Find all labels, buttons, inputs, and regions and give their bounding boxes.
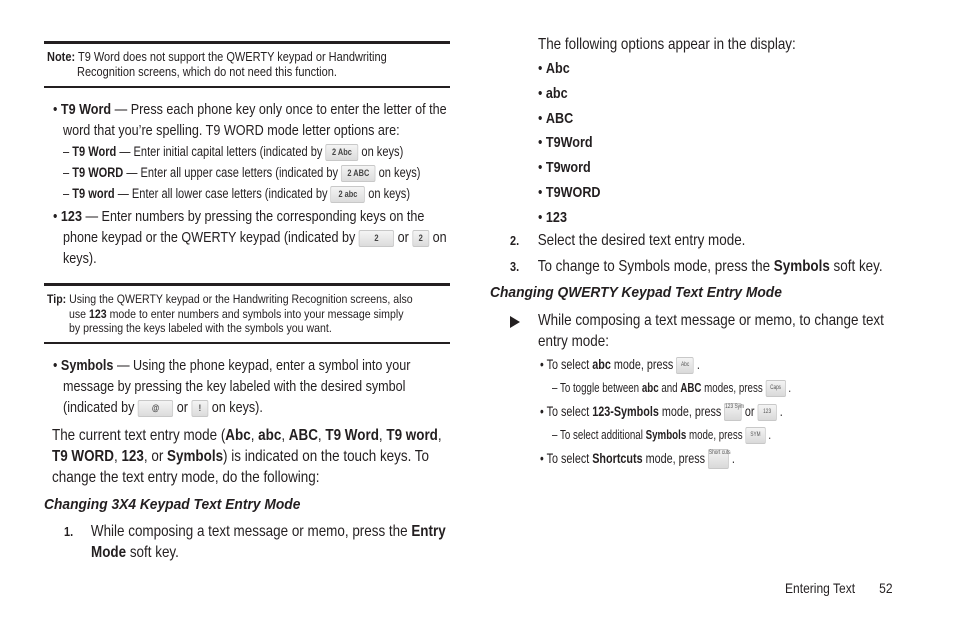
- t9-option-row: – T9 word — Enter all lower case letters…: [63, 185, 411, 203]
- numeric-bullet: 123 — Enter numbers by pressing the corr…: [53, 206, 520, 269]
- page-number: 52: [879, 580, 893, 596]
- t9-options-list: – T9 Word — Enter initial capital letter…: [63, 141, 499, 204]
- tip-top-rule: [44, 283, 450, 286]
- key-at-symbol-icon: @: [137, 399, 174, 417]
- tip-bottom-rule: [44, 342, 450, 344]
- key-2ABC-icon: 2 ABC: [341, 164, 376, 182]
- 123-sym-key-icon: 123 Sym: [724, 403, 744, 422]
- note-text-line1: T9 Word does not support the QWERTY keyp…: [77, 50, 387, 64]
- section-heading-qwerty: Changing QWERTY Keypad Text Entry Mode: [490, 284, 782, 301]
- step-2: 2. Select the desired text entry mode.: [510, 232, 746, 249]
- qwerty-item: To select abc mode, press Abc .: [540, 354, 859, 378]
- symbols-term: Symbols: [60, 357, 114, 374]
- page-footer: Entering Text 52: [785, 579, 910, 597]
- tip-label: Tip:: [47, 292, 67, 306]
- caps-key-icon: Caps: [765, 380, 786, 398]
- numeric-term: 123: [60, 208, 82, 225]
- t9word-desc-line2: word that you’re spelling. T9 WORD mode …: [63, 122, 400, 139]
- display-option: 123: [538, 206, 612, 231]
- t9word-term: T9 Word: [60, 101, 112, 118]
- step-1: 1. While composing a text message or memo…: [64, 523, 446, 561]
- note-box: Note: T9 Word does not support the QWERT…: [47, 50, 433, 80]
- symbols-bullet: Symbols — Using the phone keypad, enter …: [53, 355, 479, 418]
- options-intro: The following options appear in the disp…: [538, 36, 796, 53]
- display-option: ABC: [538, 107, 612, 132]
- note-top-rule: [44, 41, 450, 44]
- display-option: Abc: [538, 57, 612, 82]
- qwerty-item: To select Shortcuts mode, press Short cu…: [540, 448, 859, 472]
- qwerty-mode-list: To select abc mode, press Abc . – To tog…: [540, 354, 859, 472]
- t9word-bullet: T9 Word — Press each phone key only once…: [53, 99, 522, 141]
- abc-key-icon: Abc: [676, 356, 694, 374]
- qwerty-item: To select 123-Symbols mode, press 123 Sy…: [540, 401, 859, 425]
- display-option: abc: [538, 82, 612, 107]
- note-text-line2: Recognition screens, which do not need t…: [77, 65, 337, 79]
- t9word-desc-line1: — Press each phone key only once to ente…: [111, 101, 447, 118]
- key-2-lower-abc-icon: 2 abc: [330, 185, 366, 203]
- note-bottom-rule: [44, 86, 450, 88]
- footer-section-title: Entering Text: [785, 580, 856, 596]
- tip-box: Tip: Using the QWERTY keypad or the Hand…: [47, 292, 413, 335]
- display-options-list: Abc abc ABC T9Word T9word T9WORD 123: [538, 57, 612, 231]
- 123-key-icon: 123: [757, 403, 777, 421]
- display-option: T9word: [538, 156, 612, 181]
- current-mode-paragraph: The current text entry mode (Abc, abc, A…: [52, 427, 442, 486]
- triangle-right-icon: [510, 316, 520, 328]
- sym-key-icon: SYM: [745, 427, 766, 445]
- t9-option-row: – T9 Word — Enter initial capital letter…: [63, 143, 404, 161]
- key-2abc-icon: 2 Abc: [325, 143, 359, 161]
- key-2-qwerty-icon: 2: [412, 229, 430, 247]
- shortcuts-key-icon: Short cuts: [708, 449, 731, 470]
- qwerty-subitem: – To toggle between abc and ABC modes, p…: [540, 378, 859, 401]
- key-2-phone-icon: 2: [358, 229, 395, 247]
- step-3: 3. To change to Symbols mode, press the S…: [510, 258, 883, 275]
- key-exclamation-icon: !: [191, 399, 209, 417]
- t9-option-row: – T9 WORD — Enter all upper case letters…: [63, 164, 421, 182]
- note-label: Note:: [47, 50, 76, 64]
- display-option: T9WORD: [538, 181, 612, 206]
- qwerty-intro: While composing a text message or memo, …: [510, 310, 950, 352]
- display-option: T9Word: [538, 131, 612, 156]
- section-heading-3x4: Changing 3X4 Keypad Text Entry Mode: [44, 496, 301, 513]
- qwerty-subitem: – To select additional Symbols mode, pre…: [540, 425, 859, 448]
